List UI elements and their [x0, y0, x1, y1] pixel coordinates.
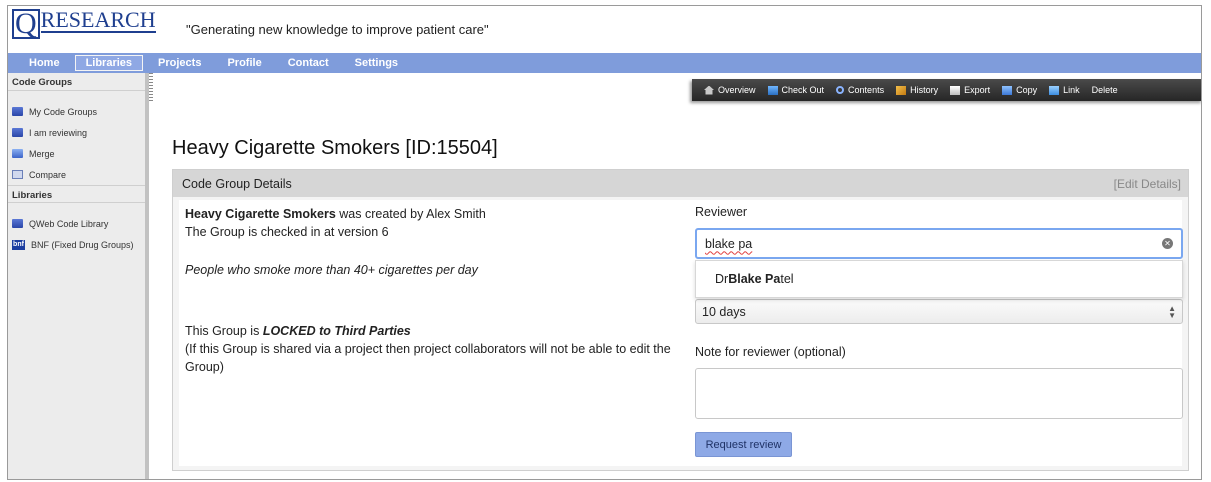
main-nav: Home Libraries Projects Profile Contact …: [8, 53, 1201, 73]
copy-icon: [1002, 85, 1013, 95]
logo-text: RESEARCH: [40, 7, 156, 33]
review-duration-value: 10 days: [702, 304, 746, 319]
nav-home[interactable]: Home: [18, 55, 71, 71]
book-icon: [12, 128, 23, 137]
edit-details-link[interactable]: [Edit Details]: [1114, 177, 1181, 191]
reviewer-search-input[interactable]: blake pa ✕: [695, 228, 1183, 259]
bnf-icon: bnf: [12, 239, 25, 250]
toolbar-export-button[interactable]: Export: [950, 85, 990, 95]
link-icon: [1049, 85, 1060, 95]
search-icon: [836, 86, 845, 94]
version-line: The Group is checked in at version 6: [185, 225, 389, 239]
compare-icon: [12, 170, 23, 179]
clear-icon[interactable]: ✕: [1162, 238, 1173, 249]
sidebar-item-label: QWeb Code Library: [29, 218, 109, 229]
reviewer-note-textarea[interactable]: [695, 368, 1183, 419]
qresearch-logo[interactable]: Q RESEARCH: [12, 9, 156, 49]
suggestion-prefix: Dr: [715, 272, 729, 286]
group-toolbar: Overview Check Out Contents History Expo…: [692, 79, 1201, 101]
sidebar-item-label: Merge: [29, 148, 55, 159]
toolbar-label: Link: [1063, 85, 1080, 95]
select-arrows-icon: ▲ ▼: [1168, 303, 1176, 320]
panel-header: Code Group Details [Edit Details]: [173, 170, 1188, 197]
note-label: Note for reviewer (optional): [695, 345, 846, 359]
toolbar-delete-button[interactable]: Delete: [1092, 85, 1118, 95]
reviewer-label: Reviewer: [695, 205, 748, 219]
sidebar: Code Groups My Code Groups I am reviewin…: [8, 73, 149, 479]
suggestion-rest: tel: [780, 272, 794, 286]
nav-settings[interactable]: Settings: [344, 55, 409, 71]
nav-libraries[interactable]: Libraries: [74, 55, 144, 71]
code-group-details-panel: Code Group Details [Edit Details] Heavy …: [172, 169, 1189, 471]
page-title: Heavy Cigarette Smokers [ID:15504]: [172, 137, 498, 159]
toolbar-label: Contents: [848, 85, 885, 95]
toolbar-contents-button[interactable]: Contents: [836, 85, 884, 95]
nav-projects[interactable]: Projects: [147, 55, 212, 71]
site-tagline: "Generating new knowledge to improve pat…: [186, 22, 489, 37]
book-icon: [12, 107, 23, 116]
toolbar-link-button[interactable]: Link: [1049, 85, 1080, 95]
request-review-button[interactable]: Request review: [695, 432, 792, 457]
toolbar-label: Copy: [1016, 85, 1038, 95]
checkout-icon: [767, 85, 778, 95]
book-icon: [12, 219, 23, 228]
sidebar-header-libraries: Libraries: [8, 185, 145, 203]
toolbar-copy-button[interactable]: Copy: [1002, 85, 1037, 95]
home-icon: [704, 85, 714, 95]
panel-body: Heavy Cigarette Smokers was created by A…: [179, 200, 1183, 466]
sidebar-item-qweb-code-library[interactable]: QWeb Code Library: [8, 213, 145, 234]
group-name: Heavy Cigarette Smokers: [185, 207, 336, 221]
suggestion-match-second: Pa: [765, 272, 781, 286]
sidebar-item-compare[interactable]: Compare: [8, 164, 145, 185]
toolbar-label: Delete: [1091, 85, 1118, 95]
site-header: Q RESEARCH "Generating new knowledge to …: [8, 6, 1201, 53]
logo-q: Q: [12, 9, 40, 39]
nav-profile[interactable]: Profile: [216, 55, 272, 71]
sidebar-item-bnf[interactable]: bnf BNF (Fixed Drug Groups): [8, 234, 145, 255]
export-icon: [950, 85, 961, 95]
reviewer-suggestion-item[interactable]: Dr Blake Pa tel: [695, 260, 1183, 298]
sidebar-item-label: Compare: [29, 169, 67, 180]
toolbar-history-button[interactable]: History: [896, 85, 938, 95]
suggestion-match-first: Blake: [728, 272, 762, 286]
sidebar-header-code-groups: Code Groups: [8, 73, 145, 91]
toolbar-label: History: [910, 85, 939, 95]
app-window: Q RESEARCH "Generating new knowledge to …: [7, 5, 1202, 480]
created-by-text: was created by Alex Smith: [335, 207, 486, 221]
history-icon: [896, 85, 907, 95]
sidebar-item-label: My Code Groups: [29, 106, 98, 117]
created-by-line: Heavy Cigarette Smokers was created by A…: [185, 205, 685, 223]
lock-status-line: This Group is LOCKED to Third Parties: [185, 322, 685, 340]
lock-info: This Group is LOCKED to Third Parties (I…: [185, 322, 685, 376]
panel-title: Code Group Details: [182, 176, 292, 191]
nav-contact[interactable]: Contact: [277, 55, 340, 71]
toolbar-overview-button[interactable]: Overview: [704, 85, 756, 95]
reviewer-input-value[interactable]: blake pa: [705, 237, 1162, 251]
merge-icon: [12, 149, 23, 158]
toolbar-label: Export: [964, 85, 991, 95]
lock-prefix: This Group is: [185, 324, 263, 338]
sidebar-item-my-code-groups[interactable]: My Code Groups: [8, 101, 145, 122]
group-info: Heavy Cigarette Smokers was created by A…: [185, 205, 685, 241]
review-duration-select[interactable]: 10 days ▲ ▼: [695, 299, 1183, 324]
toolbar-label: Overview: [718, 85, 756, 95]
group-description: People who smoke more than 40+ cigarette…: [185, 263, 478, 277]
sidebar-resize-handle[interactable]: [149, 73, 153, 103]
sidebar-item-label: BNF (Fixed Drug Groups): [31, 239, 134, 250]
toolbar-label: Check Out: [781, 85, 825, 95]
sidebar-item-i-am-reviewing[interactable]: I am reviewing: [8, 122, 145, 143]
toolbar-check-out-button[interactable]: Check Out: [767, 85, 825, 95]
lock-note: (If this Group is shared via a project t…: [185, 342, 671, 374]
sidebar-item-merge[interactable]: Merge: [8, 143, 145, 164]
lock-status: LOCKED to Third Parties: [262, 324, 411, 338]
sidebar-item-label: I am reviewing: [29, 127, 88, 138]
